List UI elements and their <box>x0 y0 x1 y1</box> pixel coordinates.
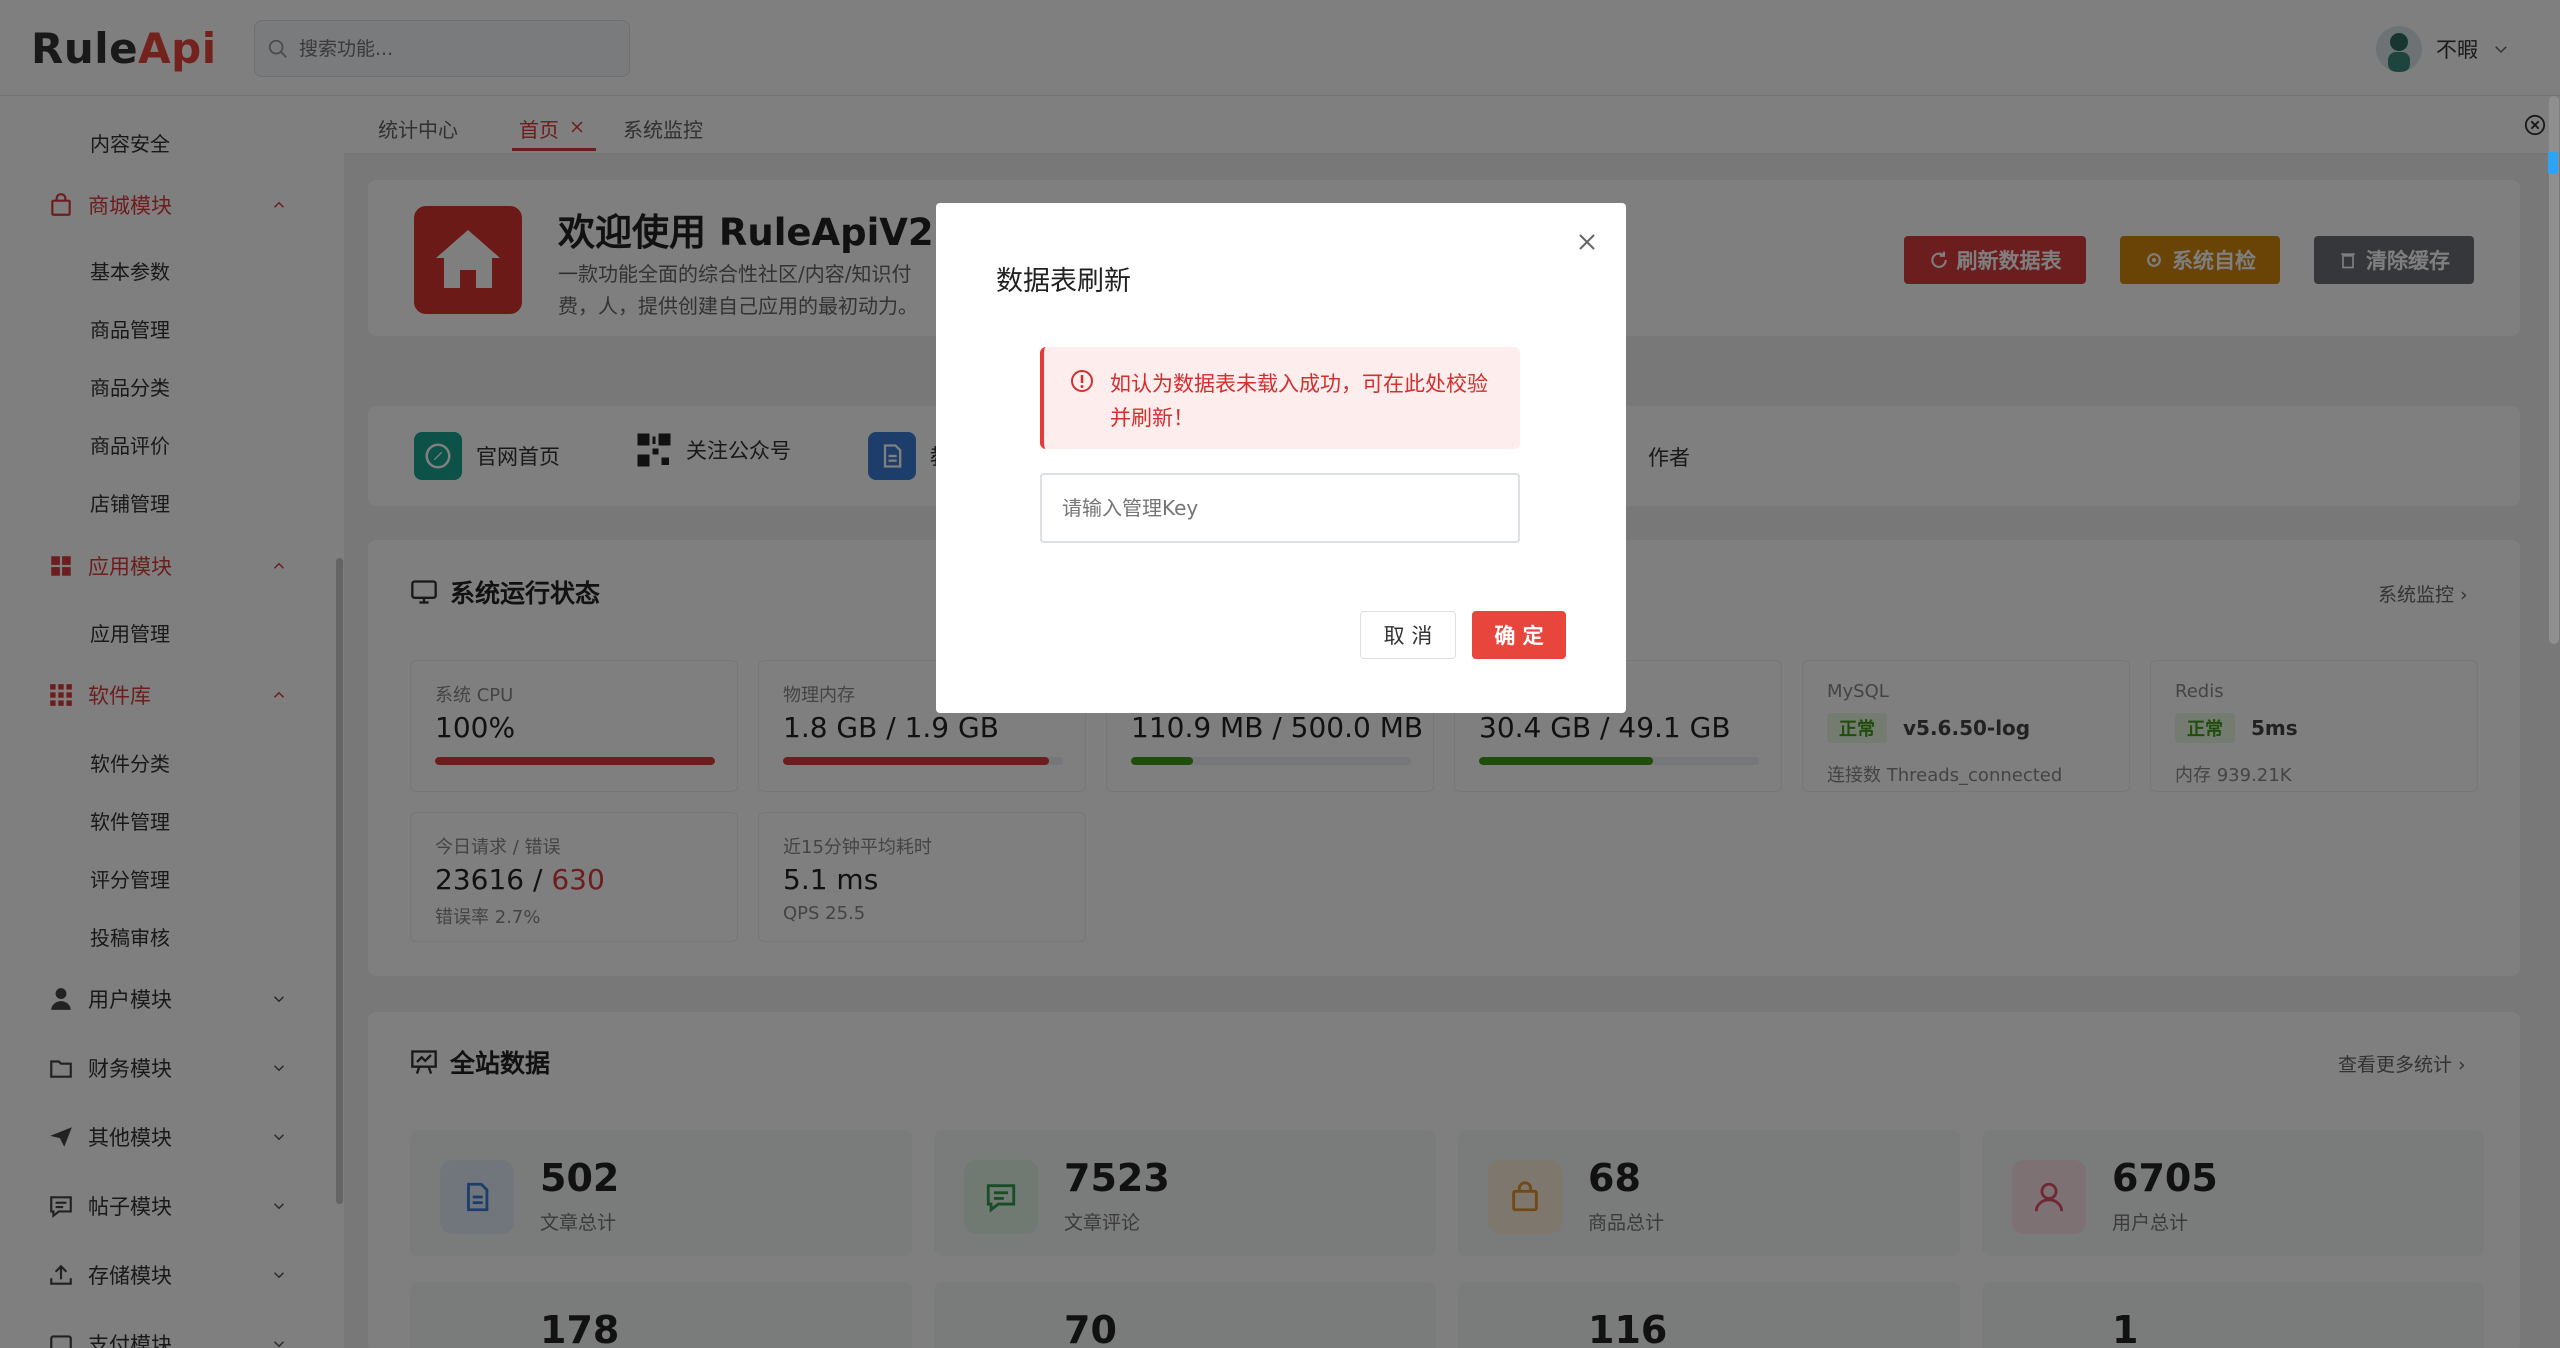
admin-key-input[interactable] <box>1040 473 1520 543</box>
confirm-button[interactable]: 确 定 <box>1472 611 1566 659</box>
close-icon[interactable] <box>1576 231 1598 253</box>
warning-alert: 如认为数据表未载入成功，可在此处校验并刷新！ <box>1040 347 1520 449</box>
alert-message: 如认为数据表未载入成功，可在此处校验并刷新！ <box>1110 372 1488 430</box>
alert-circle-icon <box>1071 370 1093 392</box>
header-overlay <box>0 0 2560 96</box>
cancel-button[interactable]: 取 消 <box>1360 611 1456 659</box>
refresh-table-dialog: 数据表刷新 如认为数据表未载入成功，可在此处校验并刷新！ 取 消 确 定 <box>936 203 1626 713</box>
page-scrollbar-thumb[interactable] <box>2548 152 2558 174</box>
dialog-title: 数据表刷新 <box>996 266 1131 297</box>
page-scrollbar[interactable] <box>2549 96 2559 644</box>
